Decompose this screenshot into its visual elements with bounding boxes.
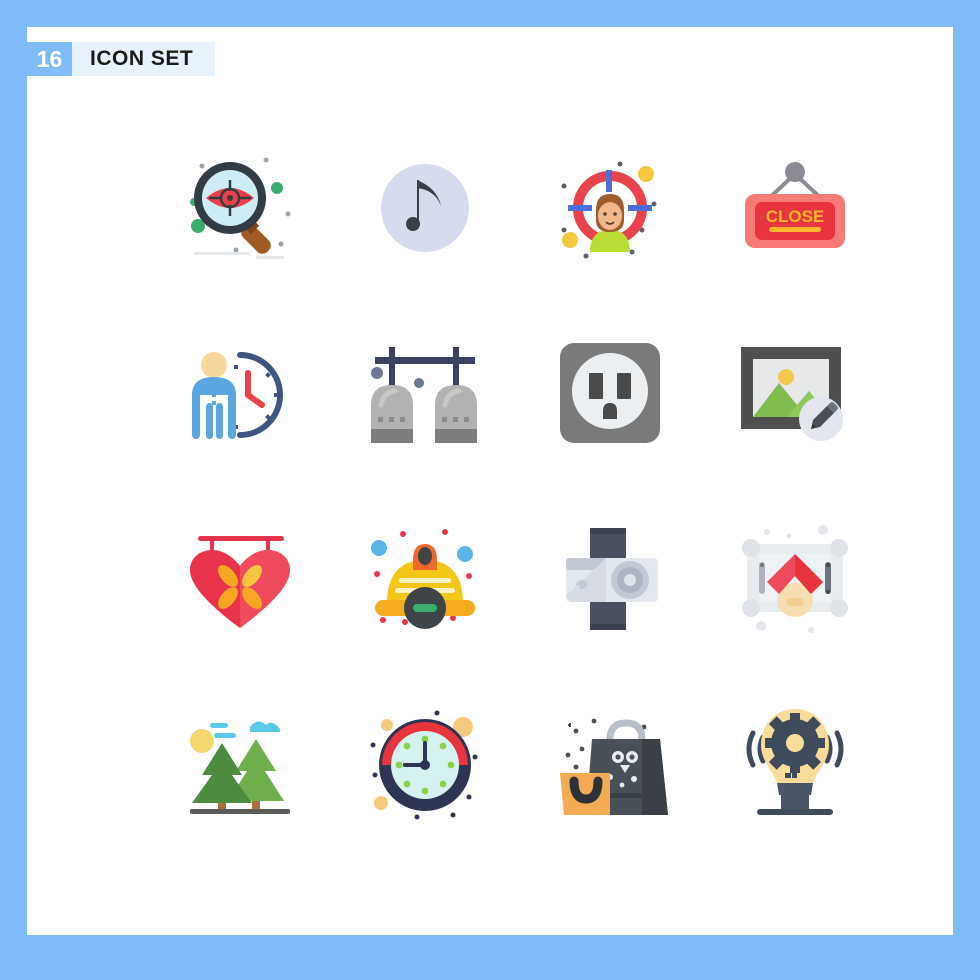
icon-cell-10[interactable] [332,485,517,670]
icon-cell-1[interactable] [147,115,332,300]
icon-cell-3[interactable] [517,115,702,300]
icon-sheet: 16 ICON SET CLOSE [27,27,953,935]
pine-trees-nature-icon [189,720,290,814]
icon-cell-5[interactable] [147,300,332,485]
icon-cell-4[interactable]: CLOSE [702,115,887,300]
icon-set-page: 16 ICON SET CLOSE [0,0,980,980]
power-socket-icon [559,342,660,443]
page-title: ICON SET [72,42,216,76]
icon-cell-15[interactable] [517,670,702,855]
icon-cell-13[interactable] [147,670,332,855]
icon-cell-9[interactable] [147,485,332,670]
target-woman-icon [561,161,656,258]
icon-cell-16[interactable] [702,670,887,855]
icon-cell-11[interactable] [517,485,702,670]
shopping-bags-icon [559,718,668,815]
alarm-clock-icon [370,710,477,819]
svg-text:CLOSE: CLOSE [765,207,824,226]
person-clock-time-icon [191,351,283,439]
helmet-remove-icon [370,528,475,629]
close-sign-icon: CLOSE [744,161,845,248]
heart-sign-flower-icon [189,535,290,628]
icon-cell-8[interactable] [702,300,887,485]
icon-cell-2[interactable] [332,115,517,300]
music-note-icon [380,163,469,252]
framed-house-picture-icon [741,524,848,633]
edit-image-icon [740,346,843,441]
icon-cell-14[interactable] [332,670,517,855]
header: 16 ICON SET [27,42,216,76]
icon-count-badge: 16 [27,42,72,76]
pendant-lamps-icon [370,346,477,443]
idea-gear-bulb-icon [746,708,843,815]
eye-target-search-icon [189,157,290,259]
icon-cell-12[interactable] [702,485,887,670]
icon-grid: CLOSE [27,115,980,855]
icon-cell-7[interactable] [517,300,702,485]
icon-cell-6[interactable] [332,300,517,485]
wrist-camera-icon [565,527,658,630]
